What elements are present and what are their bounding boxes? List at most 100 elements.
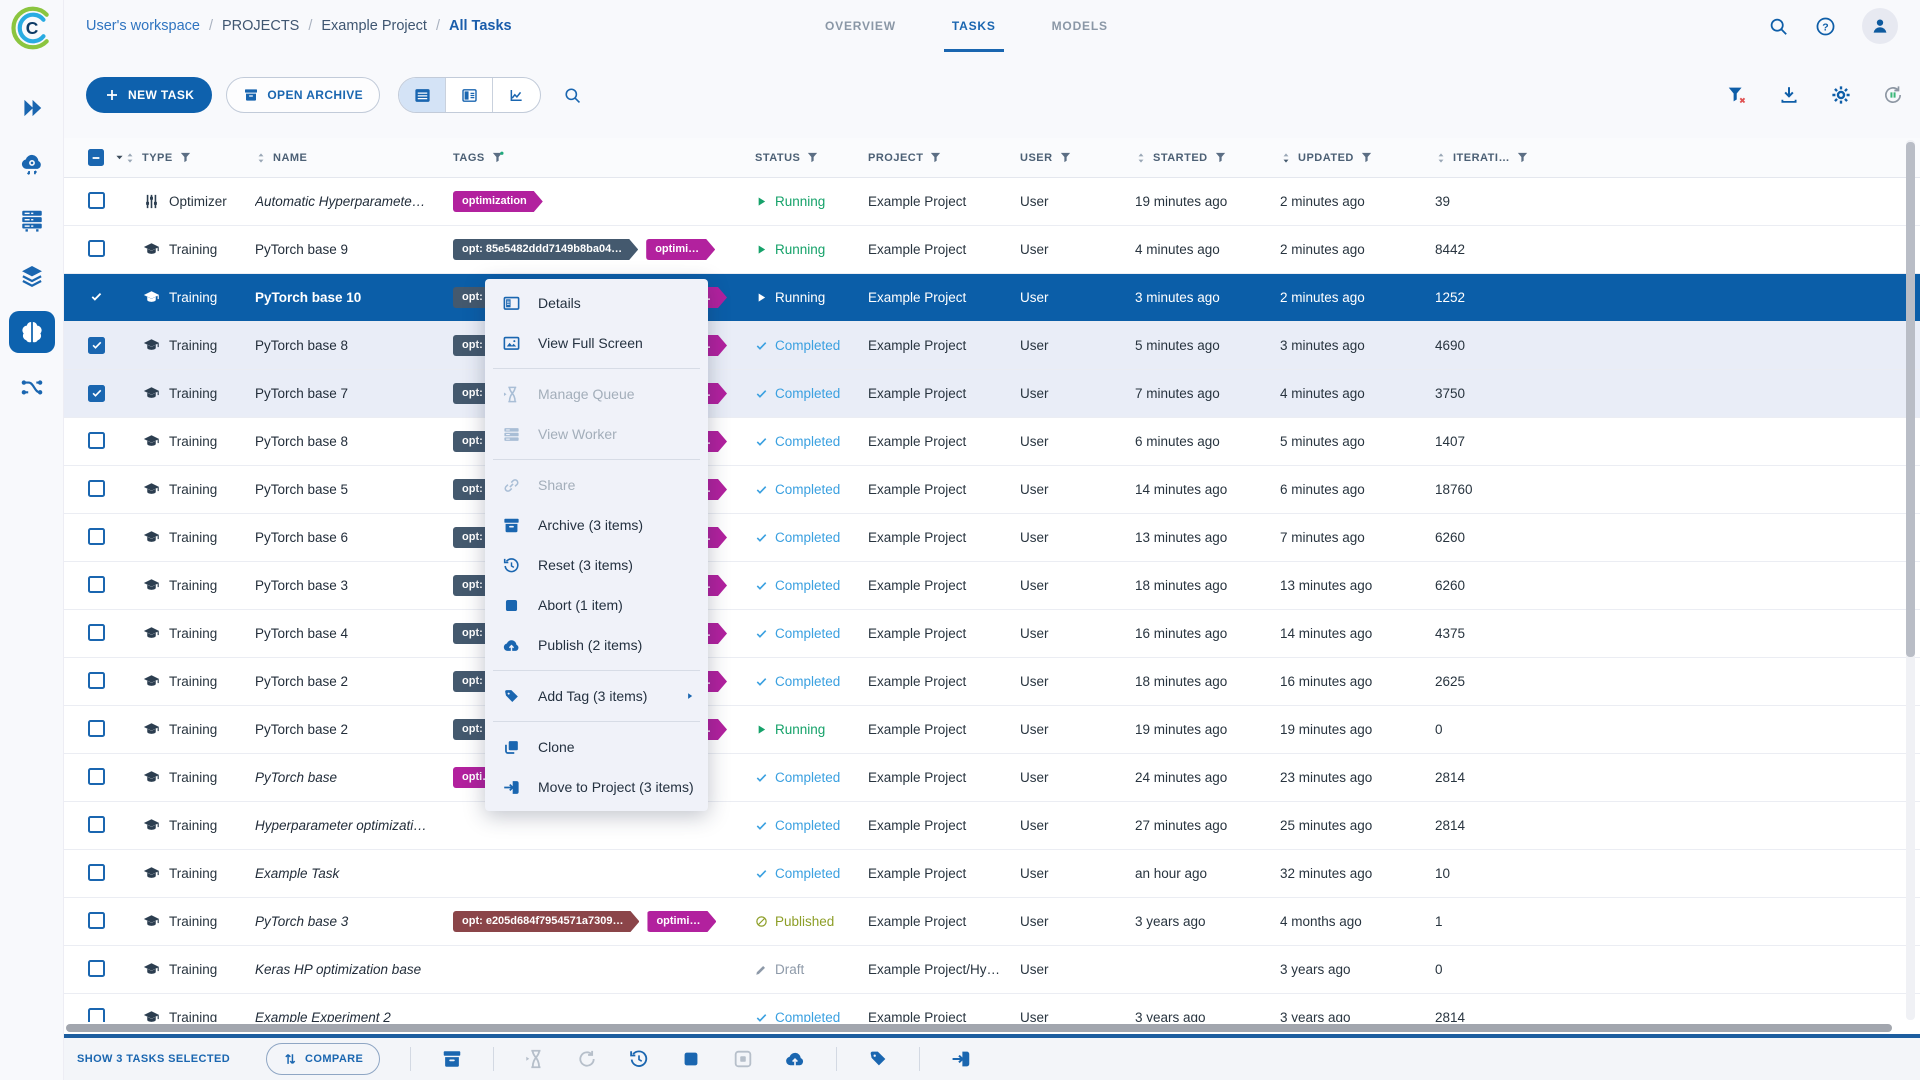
footer-action-reset[interactable] <box>628 1048 650 1070</box>
tag-chip[interactable]: optimization <box>453 191 543 212</box>
column-header-updated[interactable]: UPDATED <box>1280 151 1435 165</box>
filter-icon[interactable] <box>1059 151 1072 164</box>
breadcrumb-item[interactable]: All Tasks <box>449 18 512 34</box>
table-row[interactable]: Training PyTorch base opti… Completed Ex… <box>64 754 1920 802</box>
menu-item-add-tag-3-items[interactable]: Add Tag (3 items) <box>485 676 708 716</box>
table-row[interactable]: Training PyTorch base 7 opt:optimi… Comp… <box>64 370 1920 418</box>
column-label-iterations[interactable]: ITERATI… <box>1453 152 1510 164</box>
task-project[interactable]: Example Project/Hy… <box>868 962 1020 977</box>
tab-models[interactable]: MODELS <box>1044 0 1116 52</box>
filter-icon[interactable] <box>806 151 819 164</box>
settings-button[interactable] <box>1830 84 1852 106</box>
task-name[interactable]: PyTorch base 2 <box>255 674 453 689</box>
column-header-name[interactable]: NAME <box>255 151 453 165</box>
task-name[interactable]: PyTorch base 4 <box>255 626 453 641</box>
selected-count-label[interactable]: SHOW 3 TASKS SELECTED <box>77 1053 230 1065</box>
download-button[interactable] <box>1778 84 1800 106</box>
row-checkbox[interactable] <box>88 623 105 641</box>
table-row[interactable]: Training Example Experiment 2 Completed … <box>64 994 1920 1022</box>
task-project[interactable]: Example Project <box>868 674 1020 689</box>
table-row[interactable]: Training PyTorch base 9 opt: 85e5482ddd7… <box>64 226 1920 274</box>
column-header-project[interactable]: PROJECT <box>868 151 1020 164</box>
task-project[interactable]: Example Project <box>868 482 1020 497</box>
table-row[interactable]: Optimizer Automatic Hyperparamete… optim… <box>64 178 1920 226</box>
user-avatar[interactable] <box>1862 8 1898 44</box>
task-name[interactable]: Hyperparameter optimizati… <box>255 818 453 833</box>
task-project[interactable]: Example Project <box>868 338 1020 353</box>
row-checkbox[interactable] <box>88 191 105 209</box>
sidebar-item-expand-sidebar[interactable] <box>0 80 64 136</box>
footer-action-move-to-project[interactable] <box>950 1048 972 1070</box>
sort-icon[interactable] <box>124 151 136 165</box>
column-header-user[interactable]: USER <box>1020 151 1135 164</box>
filter-icon[interactable] <box>179 151 192 164</box>
sort-icon[interactable] <box>1280 151 1292 165</box>
breadcrumb-item[interactable]: User's workspace <box>86 18 200 34</box>
selection-menu-caret[interactable] <box>114 152 124 163</box>
footer-action-archive[interactable] <box>441 1048 463 1070</box>
row-checkbox[interactable] <box>88 239 105 257</box>
row-checkbox[interactable] <box>88 959 105 977</box>
task-project[interactable]: Example Project <box>868 434 1020 449</box>
table-row[interactable]: Training PyTorch base 2 opt:optimi… Runn… <box>64 706 1920 754</box>
task-name[interactable]: PyTorch base 3 <box>255 578 453 593</box>
auto-refresh-button[interactable] <box>1882 84 1904 106</box>
search-icon[interactable] <box>1768 16 1789 37</box>
tab-tasks[interactable]: TASKS <box>943 0 1004 52</box>
breadcrumb-item[interactable]: Example Project <box>321 18 427 34</box>
table-row[interactable]: Training PyTorch base 2 opt:optimi… Comp… <box>64 658 1920 706</box>
row-checkbox[interactable] <box>88 336 105 354</box>
task-name[interactable]: PyTorch base <box>255 770 453 785</box>
horizontal-scrollbar-thumb[interactable] <box>66 1024 1892 1032</box>
task-project[interactable]: Example Project <box>868 578 1020 593</box>
task-name[interactable]: PyTorch base 7 <box>255 386 453 401</box>
menu-item-move-to-project-3-items[interactable]: Move to Project (3 items) <box>485 767 708 807</box>
column-label-updated[interactable]: UPDATED <box>1298 152 1354 164</box>
task-name[interactable]: Automatic Hyperparamete… <box>255 194 453 209</box>
table-row[interactable]: Training PyTorch base 6 opt:optimi… Comp… <box>64 514 1920 562</box>
table-row[interactable]: Training Keras HP optimization base Draf… <box>64 946 1920 994</box>
table-row[interactable]: Training PyTorch base 10 opt:optimi… Run… <box>64 274 1920 322</box>
footer-action-publish[interactable] <box>784 1048 806 1070</box>
task-project[interactable]: Example Project <box>868 914 1020 929</box>
table-row[interactable]: Training Hyperparameter optimizati… Comp… <box>64 802 1920 850</box>
table-search-icon[interactable] <box>563 86 582 105</box>
task-name[interactable]: Example Task <box>255 866 453 881</box>
menu-item-details[interactable]: Details <box>485 283 708 323</box>
column-label-started[interactable]: STARTED <box>1153 152 1208 164</box>
sidebar-item-projects[interactable] <box>0 304 64 360</box>
task-project[interactable]: Example Project <box>868 626 1020 641</box>
column-label-project[interactable]: PROJECT <box>868 152 923 164</box>
horizontal-scrollbar[interactable] <box>64 1022 1920 1034</box>
task-name[interactable]: PyTorch base 2 <box>255 722 453 737</box>
task-project[interactable]: Example Project <box>868 290 1020 305</box>
sort-icon[interactable] <box>1435 151 1447 165</box>
vertical-scrollbar[interactable] <box>1906 140 1915 1020</box>
select-all-checkbox[interactable] <box>88 149 104 166</box>
row-checkbox[interactable] <box>88 911 105 929</box>
task-project[interactable]: Example Project <box>868 194 1020 209</box>
row-checkbox[interactable] <box>88 1007 105 1022</box>
task-name[interactable]: PyTorch base 9 <box>255 242 453 257</box>
breadcrumb-item[interactable]: PROJECTS <box>222 18 299 34</box>
task-project[interactable]: Example Project <box>868 1010 1020 1022</box>
task-name[interactable]: Keras HP optimization base <box>255 962 453 977</box>
menu-item-reset-3-items[interactable]: Reset (3 items) <box>485 545 708 585</box>
help-icon[interactable]: ? <box>1815 16 1836 37</box>
row-checkbox[interactable] <box>88 767 105 785</box>
open-archive-button[interactable]: OPEN ARCHIVE <box>226 77 381 113</box>
table-row[interactable]: Training PyTorch base 4 opt:optimi… Comp… <box>64 610 1920 658</box>
filter-icon[interactable] <box>491 151 504 164</box>
compare-button[interactable]: COMPARE <box>266 1043 381 1075</box>
table-row[interactable]: Training Example Task Completed Example … <box>64 850 1920 898</box>
column-label-status[interactable]: STATUS <box>755 152 800 164</box>
footer-action-add-tag[interactable] <box>867 1048 889 1070</box>
task-name[interactable]: PyTorch base 8 <box>255 434 453 449</box>
filter-icon[interactable] <box>1516 151 1529 164</box>
sidebar-item-workers-queues[interactable] <box>0 192 64 248</box>
task-name[interactable]: Example Experiment 2 <box>255 1010 453 1022</box>
column-header-status[interactable]: STATUS <box>755 151 868 164</box>
column-header-tags[interactable]: TAGS <box>453 151 755 164</box>
clearml-logo[interactable]: C <box>10 6 54 50</box>
tag-chip[interactable]: optimi… <box>647 911 716 932</box>
